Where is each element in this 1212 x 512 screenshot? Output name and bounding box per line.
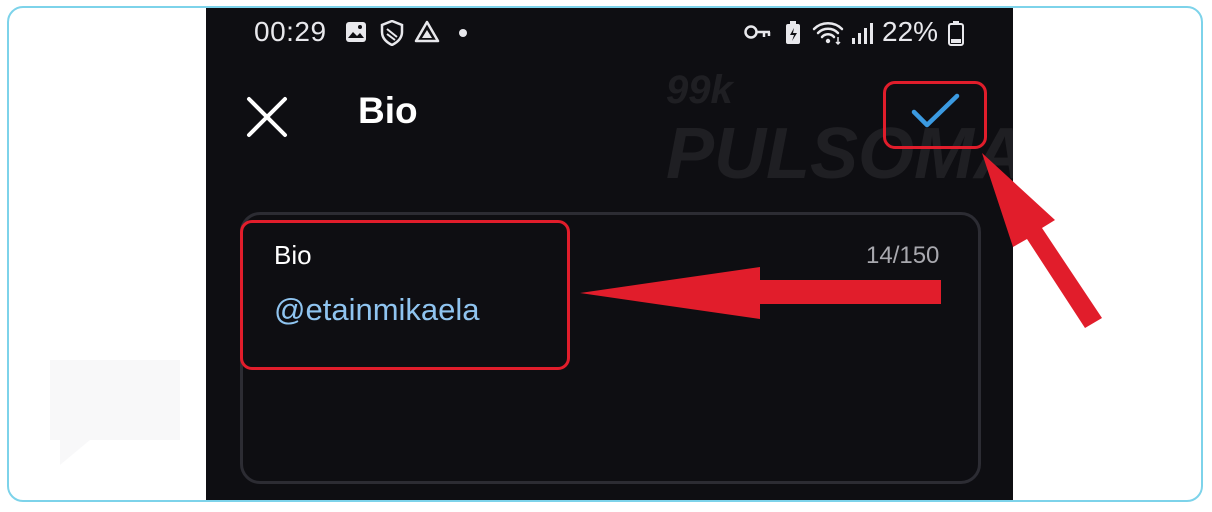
status-bar: 00:29 22% [206,8,1013,56]
dot-icon [458,28,468,38]
close-icon [247,97,287,137]
highlight-save-button [883,81,987,149]
status-time: 00:29 [254,16,327,47]
battery-saver-icon [784,20,802,46]
signal-icon [850,20,874,46]
battery-percent: 22% [882,16,939,47]
arrow-to-save-icon [982,153,1102,328]
key-icon [744,22,772,42]
arrow-to-bio-icon [580,267,941,319]
shield-icon [380,20,404,46]
drive-icon [414,20,440,44]
image-icon [344,20,368,44]
battery-icon [948,20,964,46]
wifi-icon [812,20,844,46]
page-title: Bio [358,90,418,131]
highlight-bio-field [240,220,570,370]
close-button[interactable] [242,92,292,142]
watermark-badge: 99k [666,68,733,112]
